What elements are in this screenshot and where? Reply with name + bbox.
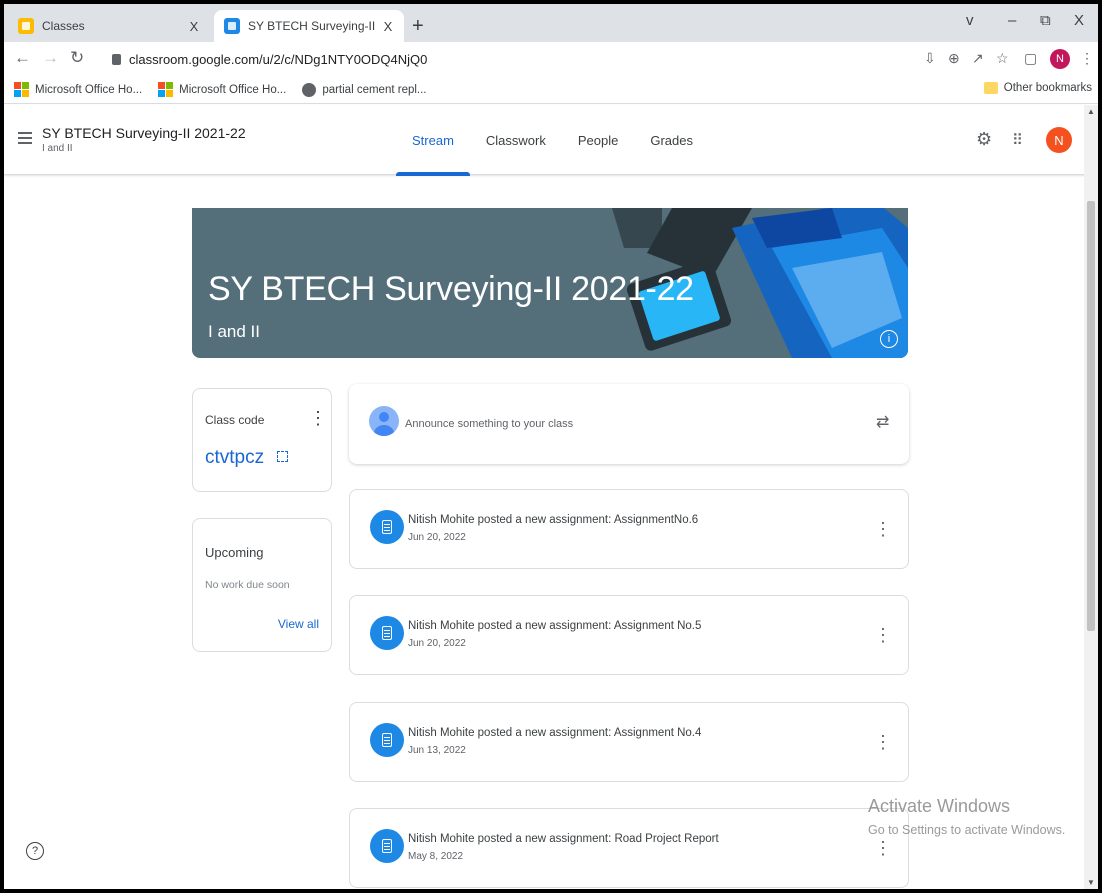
assignment-icon: [370, 829, 404, 863]
post-menu-icon[interactable]: ⋮: [874, 839, 892, 857]
tab-close-icon[interactable]: X: [184, 19, 204, 34]
bookmark-item[interactable]: Microsoft Office Ho...: [14, 82, 142, 97]
upcoming-title: Upcoming: [205, 545, 264, 560]
classroom-header: SY BTECH Surveying-II 2021-22 I and II S…: [4, 105, 1098, 176]
view-all-link[interactable]: View all: [278, 617, 319, 631]
tab-classwork[interactable]: Classwork: [470, 105, 562, 175]
back-arrow-icon[interactable]: ←: [14, 48, 31, 68]
address-bar[interactable]: classroom.google.com/u/2/c/NDg1NTY0ODQ4N…: [104, 46, 914, 72]
upcoming-empty-text: No work due soon: [205, 579, 290, 591]
post-date: Jun 13, 2022: [408, 745, 466, 756]
activate-windows-watermark: Activate Windows Go to Settings to activ…: [868, 796, 1065, 837]
settings-gear-icon[interactable]: ⚙: [976, 129, 992, 150]
bookmark-item[interactable]: partial cement repl...: [302, 82, 427, 97]
share-icon[interactable]: ↗: [972, 50, 984, 67]
tab-title: Classes: [42, 19, 85, 33]
browser-menu-icon[interactable]: ⋮: [1080, 50, 1094, 67]
bookmarks-bar: Microsoft Office Ho... Microsoft Office …: [4, 76, 1098, 104]
main-menu-icon[interactable]: [18, 132, 32, 147]
restore-button[interactable]: ⧉: [1040, 12, 1051, 29]
url-text: classroom.google.com/u/2/c/NDg1NTY0ODQ4N…: [129, 51, 428, 67]
announce-box[interactable]: Announce something to your class ⇄: [349, 384, 909, 464]
tab-people[interactable]: People: [562, 105, 634, 175]
post-date: Jun 20, 2022: [408, 532, 466, 543]
bookmark-label: Microsoft Office Ho...: [179, 83, 287, 96]
post-title[interactable]: Nitish Mohite posted a new assignment: A…: [408, 514, 698, 526]
class-banner: SY BTECH Surveying-II 2021-22 I and II i: [192, 208, 908, 358]
stream-post[interactable]: Nitish Mohite posted a new assignment: A…: [349, 595, 909, 675]
address-bar-row: ← → ↻ classroom.google.com/u/2/c/NDg1NTY…: [4, 42, 1098, 76]
class-info-icon[interactable]: i: [880, 330, 898, 348]
install-app-icon[interactable]: ⇩: [924, 50, 936, 67]
class-code-value: ctvtpcz: [205, 447, 265, 468]
bookmark-label: partial cement repl...: [322, 83, 427, 96]
help-icon[interactable]: ?: [26, 842, 44, 860]
classroom-favicon-icon: [224, 18, 240, 34]
bookmark-star-icon[interactable]: ☆: [996, 50, 1009, 67]
stream-post[interactable]: Nitish Mohite posted a new assignment: A…: [349, 702, 909, 782]
tab-grades[interactable]: Grades: [634, 105, 709, 175]
post-title[interactable]: Nitish Mohite posted a new assignment: R…: [408, 833, 719, 845]
class-code-card: Class code ⋮ ctvtpcz: [192, 388, 332, 492]
bookmark-label: Microsoft Office Ho...: [35, 83, 143, 96]
post-title[interactable]: Nitish Mohite posted a new assignment: A…: [408, 620, 701, 632]
header-class-section: I and II: [42, 143, 73, 154]
tab-close-icon[interactable]: X: [378, 19, 398, 34]
page-scrollbar[interactable]: ▲ ▼: [1084, 105, 1098, 889]
assignment-icon: [370, 616, 404, 650]
banner-class-title[interactable]: SY BTECH Surveying-II 2021-22: [208, 270, 694, 309]
globe-icon: [302, 82, 317, 97]
apps-grid-icon[interactable]: ⠿: [1012, 131, 1023, 149]
post-menu-icon[interactable]: ⋮: [874, 733, 892, 751]
microsoft-logo-icon: [158, 82, 174, 97]
browser-tab-class[interactable]: SY BTECH Surveying-II 2021-22 | X: [214, 10, 404, 42]
assignment-icon: [370, 723, 404, 757]
class-nav-tabs: Stream Classwork People Grades: [396, 105, 709, 176]
tab-stream[interactable]: Stream: [396, 105, 470, 176]
scroll-down-icon[interactable]: ▼: [1087, 878, 1095, 887]
microsoft-logo-icon: [14, 82, 29, 97]
browser-window: Classes X SY BTECH Surveying-II 2021-22 …: [4, 4, 1098, 889]
browser-profile-avatar[interactable]: N: [1050, 49, 1070, 69]
header-class-name[interactable]: SY BTECH Surveying-II 2021-22: [42, 125, 246, 141]
tab-search-icon[interactable]: v: [966, 12, 974, 29]
classroom-favicon-icon: [18, 18, 34, 34]
tab-strip: Classes X SY BTECH Surveying-II 2021-22 …: [4, 4, 1098, 42]
tab-title: SY BTECH Surveying-II 2021-22 |: [248, 19, 378, 33]
stream-post[interactable]: Nitish Mohite posted a new assignment: A…: [349, 489, 909, 569]
forward-arrow-icon[interactable]: →: [42, 48, 59, 68]
user-avatar-icon: [369, 406, 399, 436]
post-date: Jun 20, 2022: [408, 638, 466, 649]
other-bookmarks[interactable]: Other bookmarks: [983, 82, 1092, 94]
banner-class-section: I and II: [208, 322, 260, 341]
other-bookmarks-label: Other bookmarks: [1003, 82, 1092, 94]
class-code-menu-icon[interactable]: ⋮: [309, 409, 327, 427]
account-avatar[interactable]: N: [1046, 127, 1072, 153]
announce-placeholder[interactable]: Announce something to your class: [405, 418, 573, 430]
side-panel-icon[interactable]: ▢: [1024, 50, 1037, 67]
close-window-button[interactable]: X: [1074, 12, 1084, 29]
post-menu-icon[interactable]: ⋮: [874, 520, 892, 538]
lock-icon: [112, 53, 121, 65]
zoom-icon[interactable]: ⊕: [948, 50, 960, 67]
folder-icon: [983, 82, 998, 94]
assignment-icon: [370, 510, 404, 544]
minimize-button[interactable]: –: [1008, 12, 1016, 29]
watermark-title: Activate Windows: [868, 796, 1011, 816]
watermark-subtitle: Go to Settings to activate Windows.: [868, 823, 1066, 837]
repost-icon[interactable]: ⇄: [876, 412, 889, 432]
new-tab-button[interactable]: +: [412, 16, 424, 36]
reload-icon[interactable]: ↻: [70, 48, 84, 68]
bookmark-item[interactable]: Microsoft Office Ho...: [158, 82, 286, 97]
post-date: May 8, 2022: [408, 851, 464, 862]
browser-tab-classes[interactable]: Classes X: [8, 10, 210, 42]
scroll-up-icon[interactable]: ▲: [1087, 107, 1095, 116]
upcoming-card: Upcoming No work due soon View all: [192, 518, 332, 652]
post-menu-icon[interactable]: ⋮: [874, 626, 892, 644]
class-code-label: Class code: [205, 413, 265, 427]
scroll-thumb[interactable]: [1087, 201, 1095, 631]
stream-post[interactable]: Nitish Mohite posted a new assignment: R…: [349, 808, 909, 888]
fullscreen-code-icon[interactable]: [277, 451, 288, 462]
post-title[interactable]: Nitish Mohite posted a new assignment: A…: [408, 727, 701, 739]
